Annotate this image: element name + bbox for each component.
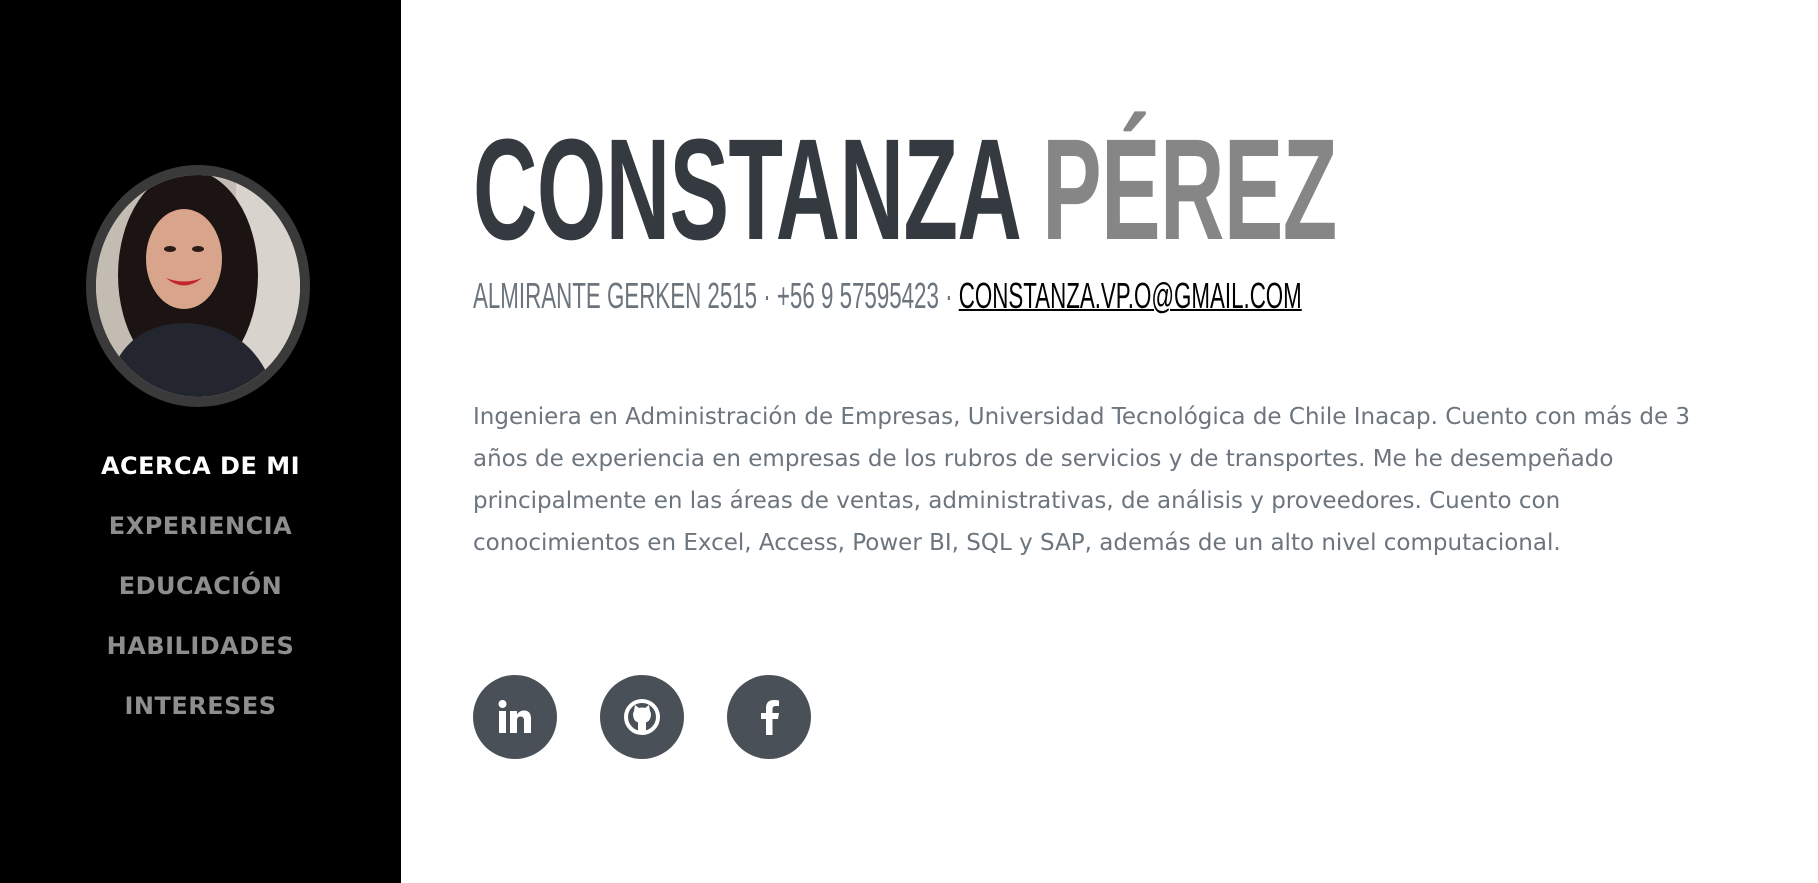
phone: +56 9 57595423	[776, 275, 939, 316]
linkedin-icon	[498, 700, 531, 733]
social-links	[473, 675, 854, 759]
first-name: CONSTANZA	[473, 109, 1019, 270]
facebook-button[interactable]	[727, 675, 811, 759]
nav-item-intereses[interactable]: INTERESES	[0, 676, 401, 736]
page-title: CONSTANZA PÉREZ	[473, 118, 1337, 262]
avatar	[86, 165, 310, 407]
separator: ·	[938, 275, 959, 316]
facebook-icon	[761, 700, 779, 735]
separator: ·	[757, 275, 777, 316]
github-icon	[624, 699, 660, 735]
sidebar-nav: ACERCA DE MI EXPERIENCIA EDUCACIÓN HABIL…	[0, 436, 401, 736]
linkedin-button[interactable]	[473, 675, 557, 759]
nav-item-educacion[interactable]: EDUCACIÓN	[0, 556, 401, 616]
github-button[interactable]	[600, 675, 684, 759]
page: ACERCA DE MI EXPERIENCIA EDUCACIÓN HABIL…	[0, 0, 1818, 883]
sidebar: ACERCA DE MI EXPERIENCIA EDUCACIÓN HABIL…	[0, 0, 401, 883]
nav-item-experiencia[interactable]: EXPERIENCIA	[0, 496, 401, 556]
profile-photo	[96, 175, 300, 397]
address: ALMIRANTE GERKEN 2515	[473, 275, 758, 316]
contact-line: ALMIRANTE GERKEN 2515 · +56 9 57595423 ·…	[473, 276, 1302, 316]
last-name: PÉREZ	[1042, 109, 1337, 270]
email-link[interactable]: CONSTANZA.VP.O@GMAIL.COM	[959, 275, 1302, 316]
about-text: Ingeniera en Administración de Empresas,…	[473, 404, 1691, 556]
nav-item-habilidades[interactable]: HABILIDADES	[0, 616, 401, 676]
nav-item-acerca-de-mi[interactable]: ACERCA DE MI	[0, 436, 401, 496]
